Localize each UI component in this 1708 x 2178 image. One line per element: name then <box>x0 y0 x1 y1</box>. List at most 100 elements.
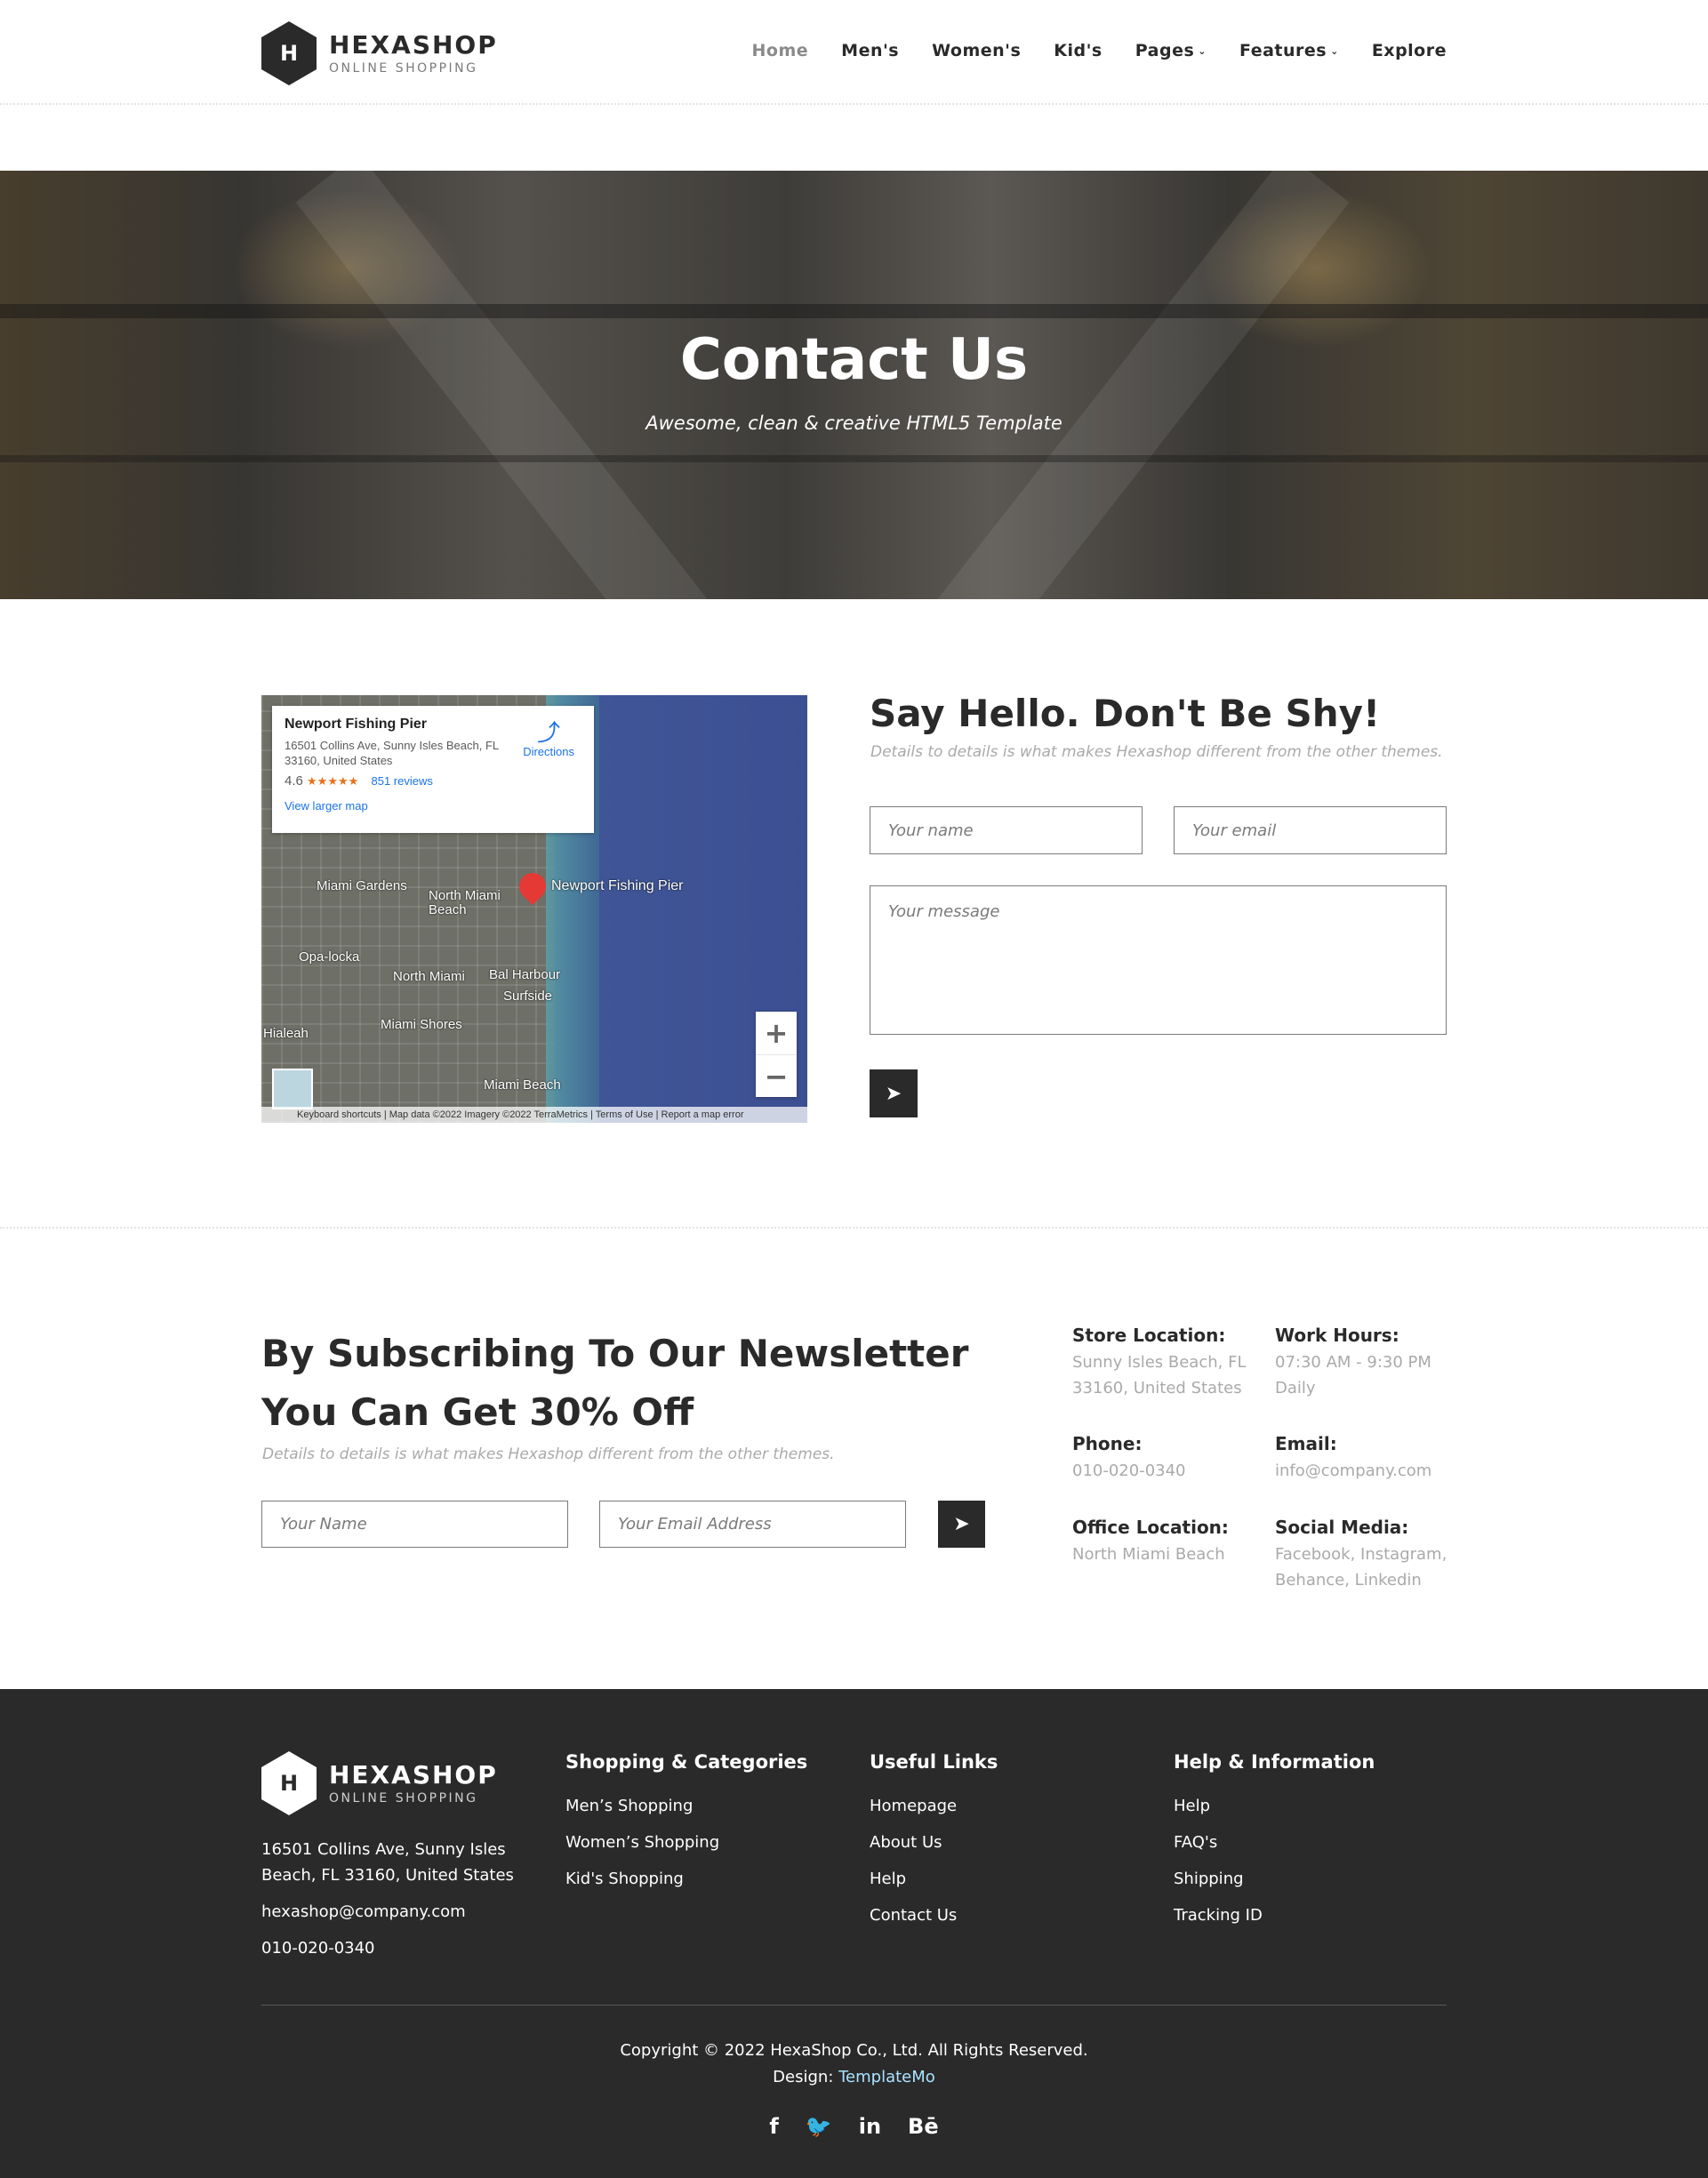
newsletter-name-input[interactable]: Your Name <box>261 1501 568 1548</box>
page-subtitle: Awesome, clean & creative HTML5 Template <box>646 412 1062 434</box>
contact-name-input[interactable]: Your name <box>870 806 1143 854</box>
contact-subheading: Details to details is what makes Hexasho… <box>870 743 1443 761</box>
contact-message-placeholder: Your message <box>888 902 1000 921</box>
footer-divider <box>261 2005 1447 2006</box>
office-location-label: Office Location: <box>1072 1517 1229 1538</box>
office-location-value: North Miami Beach <box>1072 1545 1225 1564</box>
footer-link-kids[interactable]: Kid's Shopping <box>565 1870 684 1888</box>
zoom-in-button[interactable]: + <box>756 1012 797 1054</box>
map-zoom-controls: + − <box>756 1012 797 1097</box>
nav-mens[interactable]: Men's <box>841 41 899 60</box>
chevron-down-icon: ⌄ <box>1198 45 1207 57</box>
brand-tagline: ONLINE SHOPPING <box>329 61 478 76</box>
directions-label: Directions <box>523 745 574 758</box>
twitter-icon[interactable]: 🐦 <box>806 2114 832 2139</box>
footer-brand-tagline: ONLINE SHOPPING <box>329 1791 478 1806</box>
directions-icon: ⤴ <box>537 719 561 746</box>
map-attribution[interactable]: Keyboard shortcuts | Map data ©2022 Imag… <box>261 1107 807 1123</box>
nav-kids[interactable]: Kid's <box>1054 41 1102 60</box>
map-reviews-link[interactable]: 851 reviews <box>371 774 432 788</box>
nav-features[interactable]: Features ⌄ <box>1239 41 1339 60</box>
newsletter-email-input[interactable]: Your Email Address <box>599 1501 906 1548</box>
newsletter-email-placeholder: Your Email Address <box>618 1515 772 1533</box>
map-label: Miami Beach <box>484 1077 561 1093</box>
hero-decor <box>0 455 1708 462</box>
map-label: Opa-locka <box>299 949 360 965</box>
footer-email[interactable]: hexashop@company.com <box>261 1899 466 1925</box>
map-info-card: Newport Fishing Pier 16501 Collins Ave, … <box>272 706 594 833</box>
footer-brand-name: HEXASHOP <box>329 1760 498 1790</box>
site-footer: H HEXASHOP ONLINE SHOPPING 16501 Collins… <box>0 1689 1708 2178</box>
footer-phone: 010-020-0340 <box>261 1939 375 1958</box>
behance-icon[interactable]: Bē <box>908 2114 939 2139</box>
footer-link-mens[interactable]: Men’s Shopping <box>565 1797 693 1815</box>
page-title: Contact Us <box>679 327 1029 393</box>
hexagon-logo-icon: H <box>261 21 317 85</box>
map-rating-value: 4.6 <box>285 773 303 789</box>
contact-name-placeholder: Your name <box>888 821 974 840</box>
section-divider <box>0 1227 1708 1229</box>
map-layer-toggle[interactable] <box>272 1069 313 1109</box>
design-credit-label: Design: <box>773 2068 834 2086</box>
newsletter-submit-button[interactable]: ➤ <box>938 1501 985 1548</box>
footer-address: 16501 Collins Ave, Sunny Isles Beach, FL… <box>261 1840 514 1885</box>
newsletter-name-placeholder: Your Name <box>280 1515 367 1533</box>
social-links: f 🐦 in Bē <box>0 2114 1708 2139</box>
map-label: Miami Shores <box>381 1017 462 1032</box>
templatemo-link[interactable]: TemplateMo <box>838 2068 935 2086</box>
footer-link-shipping[interactable]: Shipping <box>1174 1870 1244 1888</box>
map-label: Miami Gardens <box>317 878 407 893</box>
nav-home[interactable]: Home <box>752 41 809 60</box>
footer-link-tracking[interactable]: Tracking ID <box>1174 1906 1263 1925</box>
paper-plane-icon: ➤ <box>953 1513 970 1535</box>
facebook-icon[interactable]: f <box>769 2114 778 2139</box>
phone-label: Phone: <box>1072 1433 1143 1454</box>
design-credit: Design: TemplateMo <box>0 2068 1708 2086</box>
work-hours-value: 07:30 AM - 9:30 PM Daily <box>1275 1353 1431 1397</box>
chevron-down-icon: ⌄ <box>1330 45 1339 57</box>
footer-link-about[interactable]: About Us <box>870 1833 942 1852</box>
footer-link-help-info[interactable]: Help <box>1174 1797 1210 1815</box>
email-value: info@company.com <box>1275 1461 1432 1480</box>
map-label: Bal Harbour <box>489 967 561 982</box>
map-rating: 4.6 ★★★★★ 851 reviews <box>285 773 581 789</box>
map-label: North Miami <box>393 969 465 984</box>
nav-womens[interactable]: Women's <box>932 41 1021 60</box>
star-rating-icon: ★★★★★ <box>307 774 359 788</box>
footer-link-womens[interactable]: Women’s Shopping <box>565 1833 719 1852</box>
zoom-out-button[interactable]: − <box>756 1054 797 1097</box>
contact-heading: Say Hello. Don't Be Shy! <box>870 692 1381 735</box>
nav-explore[interactable]: Explore <box>1372 41 1447 60</box>
work-hours-label: Work Hours: <box>1275 1325 1399 1346</box>
social-media-value: Facebook, Instagram, Behance, Linkedin <box>1275 1545 1447 1589</box>
footer-shopping-heading: Shopping & Categories <box>565 1751 808 1773</box>
map-label: North Miami Beach <box>429 888 501 917</box>
nav-pages[interactable]: Pages ⌄ <box>1135 41 1207 60</box>
contact-send-button[interactable]: ➤ <box>870 1069 918 1117</box>
footer-link-homepage[interactable]: Homepage <box>870 1797 957 1815</box>
directions-button[interactable]: ⤴ Directions <box>523 720 574 758</box>
brand-name: HEXASHOP <box>329 30 498 60</box>
footer-link-help[interactable]: Help <box>870 1870 906 1888</box>
map-label: Surfside <box>503 989 553 1004</box>
map-place-address: 16501 Collins Ave, Sunny Isles Beach, FL… <box>285 739 499 767</box>
newsletter-heading: By Subscribing To Our Newsletter You Can… <box>261 1332 969 1434</box>
store-location-value: Sunny Isles Beach, FL 33160, United Stat… <box>1072 1353 1247 1397</box>
view-larger-map-link[interactable]: View larger map <box>285 799 581 813</box>
hero-banner: Contact Us Awesome, clean & creative HTM… <box>0 171 1708 599</box>
footer-link-faq[interactable]: FAQ's <box>1174 1833 1217 1852</box>
footer-link-contact[interactable]: Contact Us <box>870 1906 957 1925</box>
brand-logo[interactable]: H HEXASHOP ONLINE SHOPPING <box>261 21 498 85</box>
footer-help-heading: Help & Information <box>1174 1751 1375 1773</box>
linkedin-icon[interactable]: in <box>859 2114 881 2139</box>
google-map[interactable]: Miami Gardens North Miami Beach Opa-lock… <box>261 695 807 1123</box>
newsletter-subheading: Details to details is what makes Hexasho… <box>262 1445 835 1463</box>
contact-message-textarea[interactable]: Your message <box>870 885 1447 1035</box>
email-label: Email: <box>1275 1433 1337 1454</box>
paper-plane-icon: ➤ <box>885 1082 902 1105</box>
copyright-text: Copyright © 2022 HexaShop Co., Ltd. All … <box>620 2041 1088 2060</box>
contact-email-input[interactable]: Your email <box>1174 806 1447 854</box>
map-label: Hialeah <box>263 1026 309 1041</box>
phone-value: 010-020-0340 <box>1072 1461 1186 1480</box>
footer-logo[interactable]: H HEXASHOP ONLINE SHOPPING <box>261 1751 498 1815</box>
